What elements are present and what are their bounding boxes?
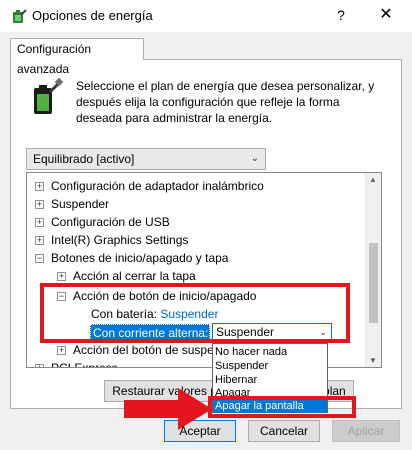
scroll-down-icon[interactable]: ▼ (369, 356, 377, 365)
ac-power-dropdown[interactable]: No hacer nada Suspender Hibernar Apagar … (212, 343, 328, 413)
ac-power-select[interactable]: Suspender ⌄ (212, 323, 332, 341)
dropdown-option[interactable]: Hibernar (213, 373, 327, 387)
window-title: Opciones de energía (32, 8, 153, 23)
power-options-icon (13, 9, 27, 23)
help-button[interactable]: ? (334, 6, 348, 24)
tree-item-label: Configuración de adaptador inalámbrico (51, 179, 264, 193)
scroll-thumb[interactable] (369, 243, 378, 323)
dropdown-option[interactable]: Suspender (213, 359, 327, 373)
expand-icon[interactable]: + (35, 200, 44, 209)
battery-plug-icon (34, 78, 64, 114)
expand-icon[interactable]: + (35, 182, 44, 191)
chevron-down-icon: ⌄ (319, 327, 327, 337)
scroll-up-icon[interactable]: ▲ (369, 175, 377, 184)
dropdown-option-selected[interactable]: Apagar la pantalla (213, 399, 327, 413)
expand-icon[interactable]: + (35, 236, 44, 245)
battery-setting-row[interactable]: Con batería: Suspender (91, 305, 218, 323)
expand-icon[interactable]: + (57, 272, 66, 281)
expand-icon[interactable]: + (57, 346, 66, 355)
tree-item-label: Acción de botón de inicio/apagado (73, 289, 257, 303)
red-arrow-icon (124, 388, 212, 430)
tree-item-label: Acción al cerrar la tapa (73, 269, 196, 283)
ac-power-label: Con corriente alterna: (90, 324, 210, 340)
tree-item-label: Suspender (51, 197, 110, 211)
tree-item-label: Intel(R) Graphics Settings (51, 233, 189, 247)
tree-item-label: Configuración de USB (51, 215, 170, 229)
dropdown-option[interactable]: No hacer nada (213, 345, 327, 359)
tab-advanced-settings[interactable]: Configuración avanzada (10, 38, 144, 76)
expand-icon[interactable]: + (35, 218, 44, 227)
collapse-icon[interactable]: − (35, 254, 44, 263)
power-plan-select[interactable]: Equilibrado [activo] ⌄ (26, 148, 266, 170)
dropdown-option[interactable]: Apagar (213, 386, 327, 400)
expand-icon[interactable]: + (35, 364, 44, 367)
apply-button: Aplicar (332, 420, 400, 442)
cancel-button[interactable]: Cancelar (248, 420, 320, 442)
tree-item-label: PCI Express (51, 361, 118, 368)
tree-item-label: Acción del botón de suspe (73, 343, 214, 357)
title-bar: Opciones de energía ? ✕ (0, 0, 412, 32)
chevron-down-icon: ⌄ (250, 153, 259, 164)
intro-description: Seleccione el plan de energía que desea … (76, 79, 375, 125)
tree-item-label: Botones de inicio/apagado y tapa (51, 251, 229, 265)
ac-power-value: Suspender (216, 325, 275, 339)
power-plan-value: Equilibrado [activo] (33, 152, 135, 166)
collapse-icon[interactable]: − (57, 292, 66, 301)
battery-value[interactable]: Suspender (160, 307, 218, 321)
close-button[interactable]: ✕ (378, 6, 394, 24)
tree-scrollbar[interactable]: ▲ ▼ (365, 173, 381, 367)
battery-label: Con batería: (91, 307, 158, 321)
